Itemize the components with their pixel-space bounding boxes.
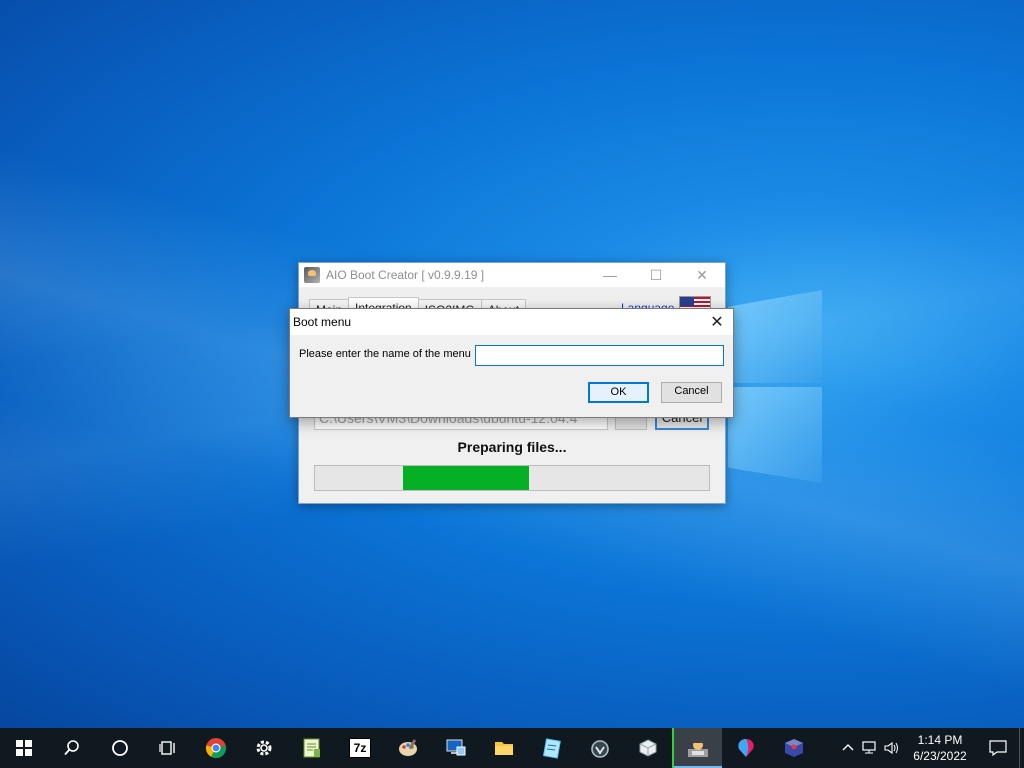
search-icon[interactable]: [48, 728, 96, 768]
task-view-icon[interactable]: [144, 728, 192, 768]
cortana-icon[interactable]: [96, 728, 144, 768]
clock[interactable]: 1:14 PM 6/23/2022: [907, 732, 973, 764]
notepad-icon[interactable]: [528, 728, 576, 768]
remote-desktop-icon[interactable]: [432, 728, 480, 768]
system-tray: 1:14 PM 6/23/2022: [837, 728, 1024, 768]
windows-logo-pane: [728, 387, 822, 483]
menu-name-input[interactable]: [475, 345, 724, 366]
progress-fill: [403, 466, 530, 490]
dialog-title: Boot menu: [293, 315, 352, 329]
chrome-icon[interactable]: [192, 728, 240, 768]
7zip-badge: 7z: [349, 738, 371, 758]
7zip-icon[interactable]: 7z: [336, 728, 384, 768]
virtualbox-icon[interactable]: [624, 728, 672, 768]
progress-bar: [314, 465, 710, 491]
notifications-icon[interactable]: [977, 728, 1019, 768]
close-button[interactable]: ✕: [679, 263, 725, 287]
notepad-plus-plus-icon[interactable]: [288, 728, 336, 768]
taskbar: 7z 1:14 PM 6/23/2022: [0, 728, 1024, 768]
chevron-up-icon[interactable]: [837, 728, 859, 768]
volume-icon[interactable]: [881, 728, 903, 768]
app-titlebar: AIO Boot Creator [ v0.9.9.19 ] — ☐ ✕: [299, 263, 725, 287]
windows-logo-pane: [728, 290, 822, 383]
status-text: Preparing files...: [457, 439, 567, 455]
dialog-titlebar: Boot menu ✕: [290, 309, 733, 335]
aio-boot-app-icon: [304, 267, 320, 283]
aio-boot-icon[interactable]: [674, 728, 722, 768]
dialog-close-button[interactable]: ✕: [701, 309, 733, 335]
show-desktop-button[interactable]: [1019, 728, 1024, 768]
network-icon[interactable]: [859, 728, 881, 768]
settings-icon[interactable]: [240, 728, 288, 768]
ventoy-icon[interactable]: [576, 728, 624, 768]
menu-name-label: Please enter the name of the menu: [299, 348, 471, 360]
dialog-cancel-button[interactable]: Cancel: [661, 382, 722, 403]
clock-date: 6/23/2022: [913, 749, 967, 763]
copilot-icon[interactable]: [722, 728, 770, 768]
file-explorer-icon[interactable]: [480, 728, 528, 768]
app-title: AIO Boot Creator [ v0.9.9.19 ]: [326, 268, 485, 282]
clock-time: 1:14 PM: [917, 733, 963, 747]
desktop: AIO Boot Creator [ v0.9.9.19 ] — ☐ ✕ Mai…: [0, 0, 1024, 728]
paint-icon[interactable]: [384, 728, 432, 768]
boot-menu-dialog: Boot menu ✕ Please enter the name of the…: [289, 308, 734, 418]
maximize-button[interactable]: ☐: [633, 263, 679, 287]
minimize-button[interactable]: —: [587, 263, 633, 287]
package-icon[interactable]: [770, 728, 818, 768]
start-icon[interactable]: [0, 728, 48, 768]
ok-button[interactable]: OK: [588, 382, 649, 403]
